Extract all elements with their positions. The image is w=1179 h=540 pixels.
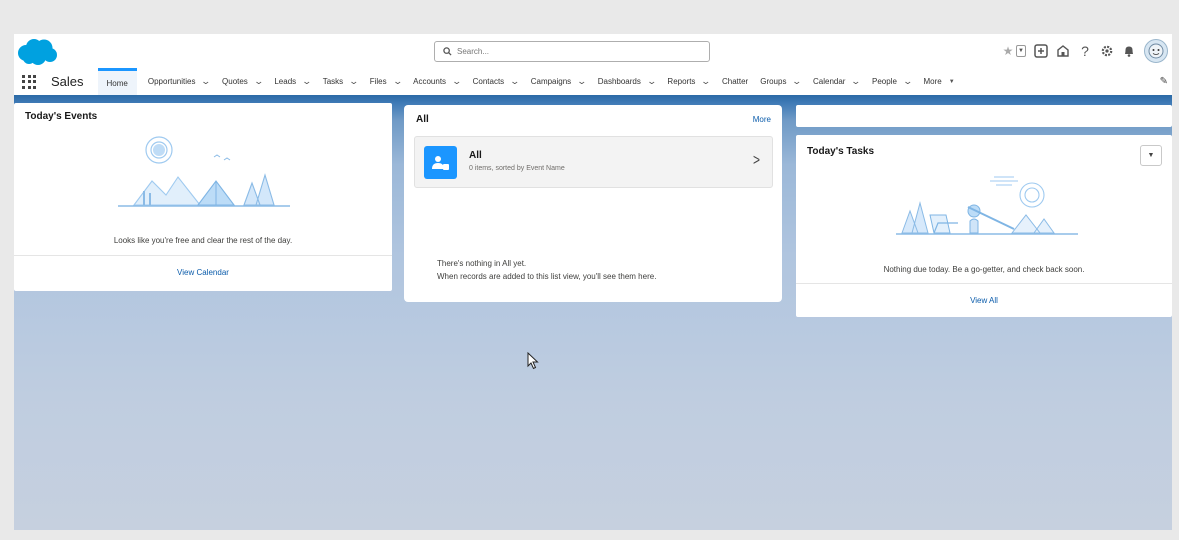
app-launcher-icon[interactable] [22, 74, 38, 90]
chevron-down-icon[interactable]: ⌄ [510, 76, 521, 87]
all-list-view-card: All More All 0 items, sorted by Event Na… [404, 105, 782, 302]
list-empty-line-1: There's nothing in All yet. [437, 259, 527, 268]
list-item-subtitle: 0 items, sorted by Event Name [469, 165, 565, 172]
chevron-down-icon[interactable]: ⌄ [701, 76, 712, 87]
trailhead-icon[interactable] [1056, 44, 1070, 58]
nav-tab-label: Files [369, 77, 387, 86]
chevron-down-icon[interactable]: ⌄ [646, 76, 657, 87]
list-item-name: All [469, 150, 482, 161]
chevron-down-icon[interactable]: ⌄ [302, 76, 313, 87]
favorites-dropdown-icon[interactable]: ▼ [1016, 45, 1026, 57]
notifications-bell-icon[interactable] [1122, 44, 1136, 58]
events-empty-message: Looks like you're free and clear the res… [113, 236, 293, 245]
nav-tab-label: Reports [667, 77, 696, 86]
nav-tab-home[interactable]: Home [97, 68, 137, 95]
todays-events-card: Today's Events Looks like you're free an… [14, 103, 392, 291]
favorites-control: ★ ▼ [1001, 44, 1026, 58]
leisure-illustration-icon [896, 176, 1078, 235]
chevron-down-icon[interactable]: ⌄ [253, 76, 264, 87]
todays-tasks-card: Today's Tasks ▼ Nothing due today. Be a … [796, 135, 1172, 317]
search-placeholder: Search... [457, 47, 490, 56]
nav-tab-opportunities[interactable]: Opportunities ⌄ [145, 68, 213, 95]
nav-tab-label: Groups [760, 77, 787, 86]
nav-tab-label: Opportunities [147, 77, 196, 86]
events-card-title: Today's Events [25, 111, 98, 122]
chevron-down-icon[interactable]: ⌄ [349, 76, 360, 87]
nav-more-label: More [923, 77, 942, 86]
nav-tab-groups[interactable]: Groups ⌄ [757, 68, 804, 95]
nav-tab-label: People [872, 77, 897, 86]
events-footer-divider [14, 255, 392, 256]
search-icon [443, 47, 452, 56]
astro-avatar-icon [1148, 43, 1164, 59]
nav-tab-label: Tasks [322, 77, 344, 86]
event-list-icon [424, 146, 457, 179]
nav-tab-label: Leads [274, 77, 297, 86]
home-page-canvas: Today's Events Looks like you're free an… [14, 95, 1172, 530]
nav-tab-campaigns[interactable]: Campaigns ⌄ [528, 68, 589, 95]
caret-down-icon: ▼ [948, 78, 955, 85]
global-actions-icon[interactable] [1034, 44, 1048, 58]
browser-viewport: Search... ★ ▼ ? Sales Home Opportunities… [14, 34, 1172, 530]
edit-nav-pencil-icon[interactable]: ✎ [1160, 76, 1168, 87]
nav-tab-label: Campaigns [530, 77, 572, 86]
tasks-empty-message: Nothing due today. Be a go-getter, and c… [883, 265, 1085, 274]
nav-tabs: Home Opportunities ⌄ Quotes ⌄ Leads ⌄ Tasks ⌄ Fil… [97, 68, 921, 95]
list-view-item[interactable]: All 0 items, sorted by Event Name > [414, 136, 773, 188]
nav-tab-calendar[interactable]: Calendar ⌄ [810, 68, 863, 95]
user-avatar[interactable] [1144, 39, 1168, 63]
setup-gear-icon[interactable] [1100, 44, 1114, 58]
list-card-title: All [416, 114, 429, 125]
nav-tab-chatter[interactable]: Chatter [719, 68, 751, 95]
chevron-down-icon[interactable]: ⌄ [577, 76, 588, 87]
global-search-input[interactable]: Search... [434, 41, 710, 62]
global-header: Search... ★ ▼ ? [14, 34, 1172, 68]
chevron-down-icon[interactable]: ⌄ [902, 76, 913, 87]
chevron-down-icon[interactable]: ⌄ [392, 76, 403, 87]
nav-tab-leads[interactable]: Leads ⌄ [271, 68, 313, 95]
nav-tab-label: Contacts [472, 77, 505, 86]
nav-tab-label: Home [106, 78, 128, 88]
nav-tab-files[interactable]: Files ⌄ [367, 68, 404, 95]
nav-tab-people[interactable]: People ⌄ [869, 68, 914, 95]
list-more-link[interactable]: More [753, 115, 771, 124]
nav-tab-tasks[interactable]: Tasks ⌄ [320, 68, 361, 95]
mouse-pointer-icon [527, 352, 539, 370]
empty-component-strip [796, 105, 1172, 127]
nav-tab-accounts[interactable]: Accounts ⌄ [410, 68, 463, 95]
chevron-down-icon[interactable]: ⌄ [201, 76, 212, 87]
nav-tab-contacts[interactable]: Contacts ⌄ [470, 68, 522, 95]
salesforce-logo-icon[interactable] [16, 38, 58, 66]
tasks-filter-dropdown[interactable]: ▼ [1140, 145, 1162, 166]
chevron-down-icon[interactable]: ⌄ [792, 76, 803, 87]
tasks-card-title: Today's Tasks [807, 146, 875, 157]
app-navigation-bar: Sales Home Opportunities ⌄ Quotes ⌄ Leads ⌄ Tas… [14, 68, 1172, 95]
nav-tab-label: Accounts [413, 77, 447, 86]
chevron-down-icon[interactable]: ⌄ [851, 76, 862, 87]
header-utility-icons: ★ ▼ ? [1001, 37, 1168, 65]
camping-illustration-icon [118, 136, 290, 207]
view-all-tasks-link[interactable]: View All [796, 296, 1172, 305]
nav-more-menu[interactable]: More ▼ [920, 68, 957, 95]
view-calendar-link[interactable]: View Calendar [14, 268, 392, 277]
nav-tab-quotes[interactable]: Quotes ⌄ [219, 68, 265, 95]
chevron-down-icon[interactable]: ⌄ [452, 76, 463, 87]
nav-tab-label: Chatter [721, 77, 749, 86]
nav-tab-label: Dashboards [597, 77, 641, 86]
list-empty-line-2: When records are added to this list view… [437, 272, 657, 281]
nav-tab-label: Quotes [222, 77, 248, 86]
nav-tab-dashboards[interactable]: Dashboards ⌄ [595, 68, 659, 95]
favorite-star-icon[interactable]: ★ [1001, 44, 1015, 58]
nav-tab-reports[interactable]: Reports ⌄ [664, 68, 713, 95]
caret-down-icon: ▼ [1147, 152, 1155, 159]
help-icon[interactable]: ? [1078, 43, 1092, 59]
tasks-footer-divider [796, 283, 1172, 284]
chevron-right-icon[interactable]: > [753, 151, 760, 169]
nav-tab-label: Calendar [813, 77, 846, 86]
app-name: Sales [51, 74, 84, 89]
